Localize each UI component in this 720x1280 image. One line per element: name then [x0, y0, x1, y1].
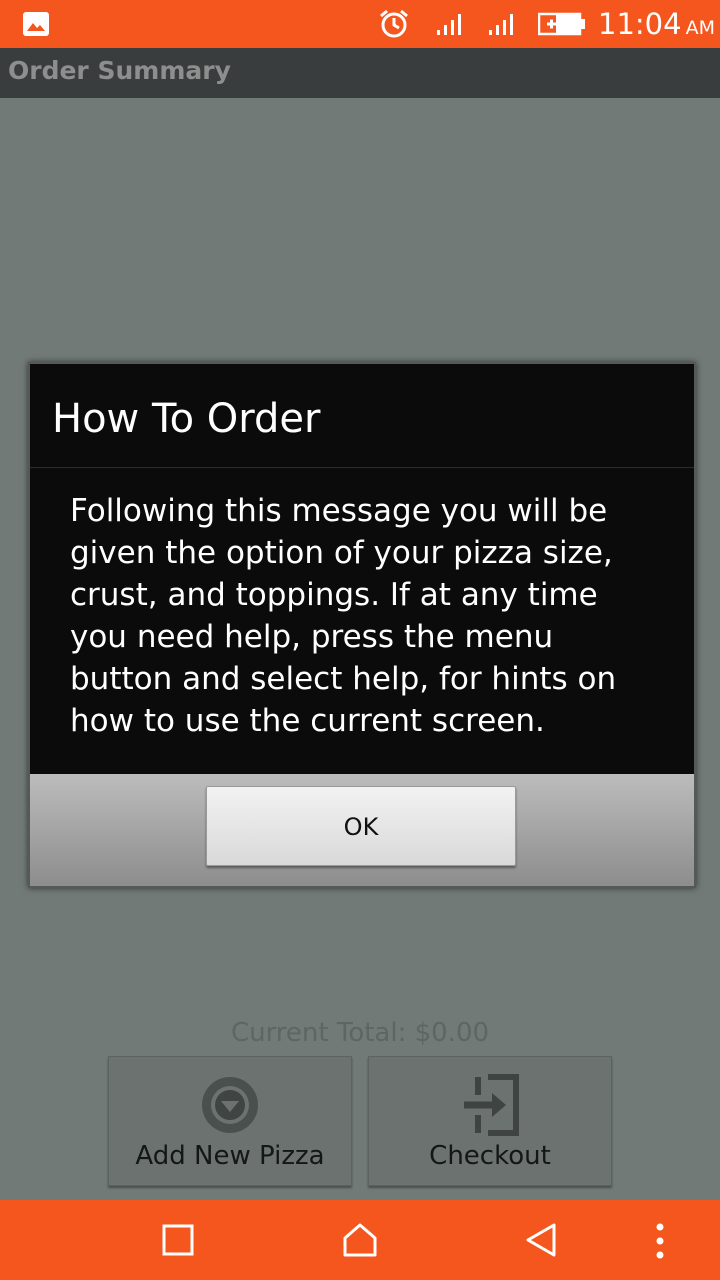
dialog-button-bar: OK	[30, 774, 694, 886]
app-title-bar: Order Summary	[0, 48, 720, 98]
page-title: Order Summary	[8, 56, 231, 85]
alarm-icon	[378, 8, 410, 44]
gallery-icon	[22, 11, 50, 41]
back-icon[interactable]	[524, 1222, 560, 1262]
current-total: Current Total: $0.00	[230, 1018, 490, 1048]
signal-icon	[488, 12, 516, 40]
add-new-pizza-label: Add New Pizza	[135, 1141, 325, 1171]
checkout-button[interactable]: Checkout	[368, 1056, 612, 1186]
checkout-icon	[458, 1073, 522, 1141]
home-icon[interactable]	[342, 1222, 378, 1262]
clock: 11:04 AM	[598, 6, 715, 46]
dialog-message: Following this message you will be given…	[70, 493, 617, 739]
battery-icon	[537, 12, 586, 40]
add-pizza-icon	[198, 1073, 262, 1141]
menu-icon[interactable]	[650, 1222, 670, 1266]
status-bar: 11:04 AM	[0, 0, 720, 48]
add-new-pizza-button[interactable]: Add New Pizza	[108, 1056, 352, 1186]
recents-icon[interactable]	[160, 1222, 196, 1262]
signal-icon	[436, 12, 464, 40]
dialog-divider	[30, 467, 694, 468]
checkout-label: Checkout	[429, 1141, 551, 1171]
clock-ampm: AM	[685, 17, 715, 39]
dialog-title: How To Order	[52, 396, 321, 442]
ok-button[interactable]: OK	[206, 786, 516, 866]
navigation-bar	[0, 1200, 720, 1280]
how-to-order-dialog: How To Order Following this message you …	[28, 362, 696, 888]
clock-time: 11:04	[598, 7, 682, 41]
